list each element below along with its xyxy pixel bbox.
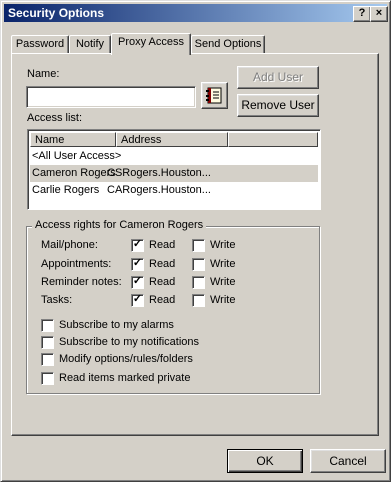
mail-phone-read-label: Read	[149, 239, 176, 251]
address-book-button[interactable]	[201, 82, 228, 109]
column-header-address[interactable]: Address	[116, 132, 228, 147]
check-icon: ✓	[132, 238, 143, 250]
tasks-read-label: Read	[149, 294, 176, 306]
appointments-write-checkbox[interactable]	[192, 258, 205, 271]
mail-phone-write-checkbox[interactable]	[192, 239, 205, 252]
access-rights-title: Access rights for Cameron Rogers	[32, 219, 207, 231]
access-rights-group	[26, 226, 320, 394]
name-label: Name:	[27, 68, 60, 80]
add-user-button[interactable]: Add User	[237, 66, 319, 89]
modify-options-label: Modify options/rules/folders	[59, 353, 193, 365]
tasks-write-label: Write	[210, 294, 236, 306]
title-bar[interactable]: Security Options ? ×	[4, 4, 388, 22]
reminder-notes-write-label: Write	[210, 276, 236, 288]
column-header-name[interactable]: Name	[30, 132, 116, 147]
tab-password[interactable]: Password	[11, 35, 69, 54]
column-header-filler	[228, 132, 318, 147]
read-private-checkbox[interactable]	[41, 372, 54, 385]
check-icon: ✓	[132, 293, 143, 305]
reminder-notes-read-checkbox[interactable]: ✓	[131, 275, 144, 289]
reminder-notes-read-label: Read	[149, 276, 176, 288]
address-book-icon	[206, 87, 222, 104]
list-item-address: CARogers.Houston...	[107, 184, 211, 196]
list-item-name: Carlie Rogers	[32, 184, 100, 196]
mail-phone-read-checkbox[interactable]: ✓	[131, 238, 144, 252]
subscribe-alarms-checkbox[interactable]	[41, 319, 54, 332]
security-options-dialog: Security Options ? × Password Notify Pro…	[0, 0, 391, 482]
subscribe-alarms-label: Subscribe to my alarms	[59, 319, 174, 331]
help-button[interactable]: ?	[353, 6, 371, 22]
list-item-selected[interactable]: Cameron Rogers CSRogers.Houston...	[30, 165, 318, 182]
name-input[interactable]	[26, 86, 196, 108]
tab-notify[interactable]: Notify	[69, 35, 111, 54]
modify-options-checkbox[interactable]	[41, 353, 54, 366]
mail-phone-label: Mail/phone:	[41, 239, 98, 251]
access-list[interactable]: Name Address <All User Access> Cameron R…	[27, 129, 321, 210]
list-item-address: CSRogers.Houston...	[107, 167, 211, 179]
tasks-label: Tasks:	[41, 294, 73, 306]
reminder-notes-write-checkbox[interactable]	[192, 276, 205, 289]
list-item-name: Cameron Rogers	[32, 167, 116, 179]
list-item[interactable]: Carlie Rogers CARogers.Houston...	[30, 182, 318, 199]
mail-phone-write-label: Write	[210, 239, 236, 251]
ok-button[interactable]: OK	[227, 449, 303, 473]
subscribe-notifications-label: Subscribe to my notifications	[59, 336, 200, 348]
tasks-read-checkbox[interactable]: ✓	[131, 293, 144, 307]
window-title: Security Options	[8, 6, 105, 20]
appointments-label: Appointments:	[41, 258, 112, 270]
reminder-notes-label: Reminder notes:	[41, 276, 122, 288]
cancel-button[interactable]: Cancel	[310, 449, 386, 473]
appointments-write-label: Write	[210, 258, 236, 270]
list-item[interactable]: <All User Access>	[30, 148, 318, 165]
close-button[interactable]: ×	[370, 6, 388, 22]
check-icon: ✓	[132, 257, 143, 269]
subscribe-notifications-checkbox[interactable]	[41, 336, 54, 349]
remove-user-button[interactable]: Remove User	[237, 94, 319, 117]
tab-send-options[interactable]: Send Options	[191, 35, 265, 54]
appointments-read-label: Read	[149, 258, 176, 270]
list-item-name: <All User Access>	[32, 150, 122, 162]
read-private-label: Read items marked private	[59, 372, 191, 384]
tab-proxy-access[interactable]: Proxy Access	[111, 33, 191, 55]
tasks-write-checkbox[interactable]	[192, 294, 205, 307]
check-icon: ✓	[132, 275, 143, 287]
appointments-read-checkbox[interactable]: ✓	[131, 257, 144, 271]
access-list-label: Access list:	[27, 112, 83, 124]
